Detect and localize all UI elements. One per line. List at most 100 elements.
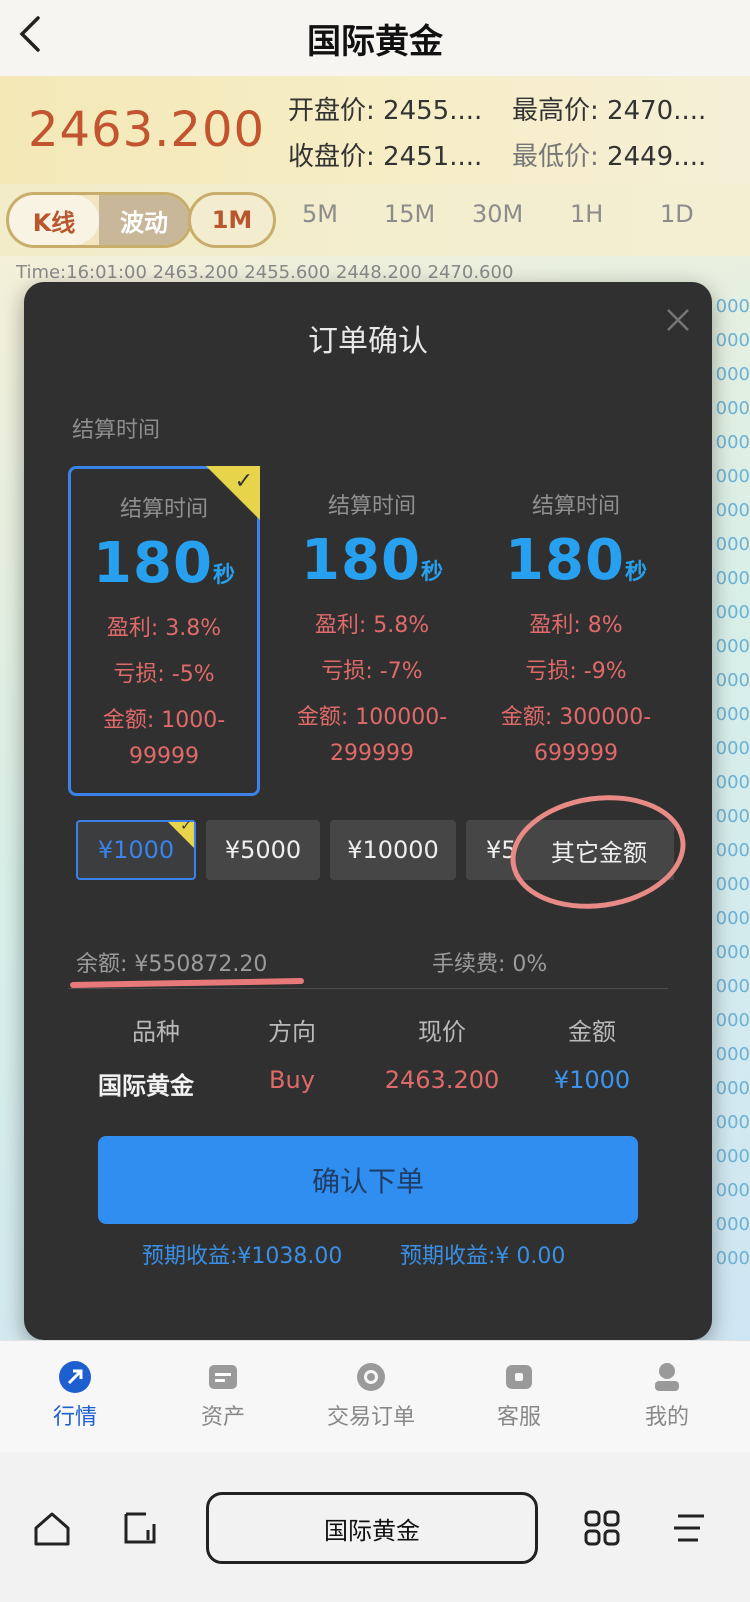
chart-tabs: K线 波动 1M 5M 15M 30M 1H 1D bbox=[0, 184, 750, 256]
order-price: 2463.200 bbox=[384, 1066, 500, 1094]
current-price: 2463.200 bbox=[28, 102, 266, 158]
plan-amount-range-end: 299999 bbox=[330, 741, 414, 766]
amount-label: ¥1000 bbox=[97, 836, 175, 864]
assets-icon bbox=[158, 1355, 288, 1399]
plan-duration-unit: 秒 bbox=[420, 560, 443, 585]
amount-button-5000[interactable]: ¥5000 bbox=[206, 820, 320, 880]
nav-item-profile[interactable]: 我的 bbox=[602, 1355, 732, 1431]
plan-duration: 180秒 bbox=[276, 528, 468, 593]
nav-label: 交易订单 bbox=[326, 1405, 415, 1430]
orders-icon bbox=[306, 1355, 436, 1399]
column-amount: 金额 bbox=[568, 1018, 616, 1046]
low-label: 最低价: bbox=[512, 142, 599, 172]
amount-button-10000[interactable]: ¥10000 bbox=[330, 820, 456, 880]
tab-kline[interactable]: K线 bbox=[9, 195, 99, 245]
tabs-icon[interactable] bbox=[120, 1508, 160, 1548]
plan-amount-range: 金额: 100000- bbox=[296, 705, 448, 730]
page-title: 国际黄金 bbox=[307, 21, 443, 62]
amount-button-1000[interactable]: ¥1000 ✓ bbox=[76, 818, 196, 880]
nav-item-assets[interactable]: 资产 bbox=[158, 1355, 288, 1431]
open-price: 开盘价: 2455.... bbox=[288, 90, 482, 127]
market-icon bbox=[10, 1355, 140, 1399]
tab-period-5m[interactable]: 5M bbox=[302, 200, 338, 228]
plan-duration-value: 180 bbox=[301, 528, 421, 593]
order-amount: ¥1000 bbox=[553, 1066, 631, 1094]
plan-duration-unit: 秒 bbox=[212, 563, 235, 588]
tab-period-30m[interactable]: 30M bbox=[472, 200, 523, 228]
expected-profit-1: 预期收益:¥1038.00 bbox=[142, 1244, 343, 1269]
nav-item-service[interactable]: 客服 bbox=[454, 1355, 584, 1431]
bottom-nav: 行情 资产 交易订单 客服 我的 bbox=[0, 1340, 750, 1452]
ohlc-readout: Time:16:01:00 2463.200 2455.600 2448.200… bbox=[16, 262, 514, 283]
check-icon: ✓ bbox=[180, 818, 192, 834]
low-price: 最低价: 2449.... bbox=[512, 136, 706, 173]
expected-profit-2: 预期收益:¥ 0.00 bbox=[400, 1244, 566, 1269]
nav-label: 我的 bbox=[644, 1405, 689, 1430]
nav-item-market[interactable]: 行情 bbox=[10, 1355, 140, 1431]
plan-title: 结算时间 bbox=[327, 494, 416, 519]
plan-loss: 亏损: -5% bbox=[113, 662, 215, 687]
tab-period-1h[interactable]: 1H bbox=[570, 200, 603, 228]
order-direction: Buy bbox=[269, 1066, 315, 1094]
plan-duration-value: 180 bbox=[93, 531, 213, 596]
service-icon bbox=[454, 1355, 584, 1399]
dialog-title: 订单确认 bbox=[308, 324, 428, 359]
plan-profit: 盈利: 5.8% bbox=[314, 613, 430, 638]
open-value: 2455.... bbox=[383, 96, 483, 126]
balance-text: 余额: ¥550872.20 bbox=[76, 952, 268, 977]
plan-card-3[interactable]: 结算时间 180秒 盈利: 8% 亏损: -9% 金额: 300000- 699… bbox=[480, 466, 672, 796]
column-direction: 方向 bbox=[268, 1018, 316, 1046]
plan-profit: 盈利: 8% bbox=[529, 613, 623, 638]
menu-icon[interactable] bbox=[670, 1508, 710, 1548]
settlement-section-label: 结算时间 bbox=[72, 418, 161, 443]
plan-amount-range: 金额: 1000- bbox=[102, 708, 226, 733]
plan-card-1[interactable]: ✓ 结算时间 180秒 盈利: 3.8% 亏损: -5% 金额: 1000- 9… bbox=[68, 466, 260, 796]
plan-duration: 180秒 bbox=[71, 531, 257, 596]
column-product: 品种 bbox=[132, 1018, 180, 1046]
plan-card-2[interactable]: 结算时间 180秒 盈利: 5.8% 亏损: -7% 金额: 100000- 2… bbox=[276, 466, 468, 796]
high-label: 最高价: bbox=[512, 96, 599, 126]
low-value: 2449.... bbox=[607, 142, 707, 172]
chart-type-toggle: K线 波动 bbox=[6, 192, 192, 248]
nav-label: 客服 bbox=[496, 1405, 541, 1430]
plan-amount-range: 金额: 300000- bbox=[500, 705, 652, 730]
open-label: 开盘价: bbox=[288, 96, 375, 126]
home-icon[interactable] bbox=[32, 1508, 72, 1548]
high-value: 2470.... bbox=[607, 96, 707, 126]
close-value: 2451.... bbox=[383, 142, 483, 172]
fee-text: 手续费: 0% bbox=[432, 952, 548, 977]
close-label: 收盘价: bbox=[288, 142, 375, 172]
order-product: 国际黄金 bbox=[98, 1072, 194, 1100]
close-icon[interactable] bbox=[662, 304, 694, 336]
chevron-left-icon[interactable] bbox=[10, 14, 50, 54]
quote-panel: 2463.200 开盘价: 2455.... 最高价: 2470.... 收盘价… bbox=[0, 76, 750, 184]
confirm-order-button[interactable]: 确认下单 bbox=[98, 1136, 638, 1224]
nav-item-orders[interactable]: 交易订单 bbox=[306, 1355, 436, 1431]
plan-amount-range-end: 699999 bbox=[534, 741, 618, 766]
plan-loss: 亏损: -9% bbox=[525, 659, 627, 684]
plan-loss: 亏损: -7% bbox=[321, 659, 423, 684]
annotation-circle bbox=[503, 784, 693, 920]
order-confirm-dialog: 订单确认 结算时间 ✓ 结算时间 180秒 盈利: 3.8% 亏损: -5% 金… bbox=[24, 282, 712, 1340]
plan-duration-unit: 秒 bbox=[624, 560, 647, 585]
nav-label: 行情 bbox=[52, 1405, 97, 1430]
nav-label: 资产 bbox=[200, 1405, 245, 1430]
divider bbox=[68, 988, 668, 989]
high-price: 最高价: 2470.... bbox=[512, 90, 706, 127]
column-price: 现价 bbox=[418, 1018, 466, 1046]
plan-amount-range-end: 99999 bbox=[129, 744, 199, 769]
chart-axis-fragment: 000 000 000 000 000 000 000 000 000 000 000 000 000 0… bbox=[715, 296, 750, 1269]
check-icon: ✓ bbox=[234, 469, 253, 494]
tab-period-1m[interactable]: 1M bbox=[188, 192, 276, 248]
tab-period-1d[interactable]: 1D bbox=[660, 200, 694, 228]
grid-icon[interactable] bbox=[582, 1508, 622, 1548]
plan-title: 结算时间 bbox=[531, 494, 620, 519]
plan-duration: 180秒 bbox=[480, 528, 672, 593]
tab-wave[interactable]: 波动 bbox=[99, 195, 189, 245]
plan-profit: 盈利: 3.8% bbox=[106, 616, 222, 641]
annotation-underline bbox=[69, 977, 305, 989]
tab-period-15m[interactable]: 15M bbox=[384, 200, 435, 228]
plan-duration-value: 180 bbox=[505, 528, 625, 593]
browser-toolbar: 国际黄金 bbox=[0, 1452, 750, 1602]
address-bar[interactable]: 国际黄金 bbox=[206, 1492, 538, 1564]
